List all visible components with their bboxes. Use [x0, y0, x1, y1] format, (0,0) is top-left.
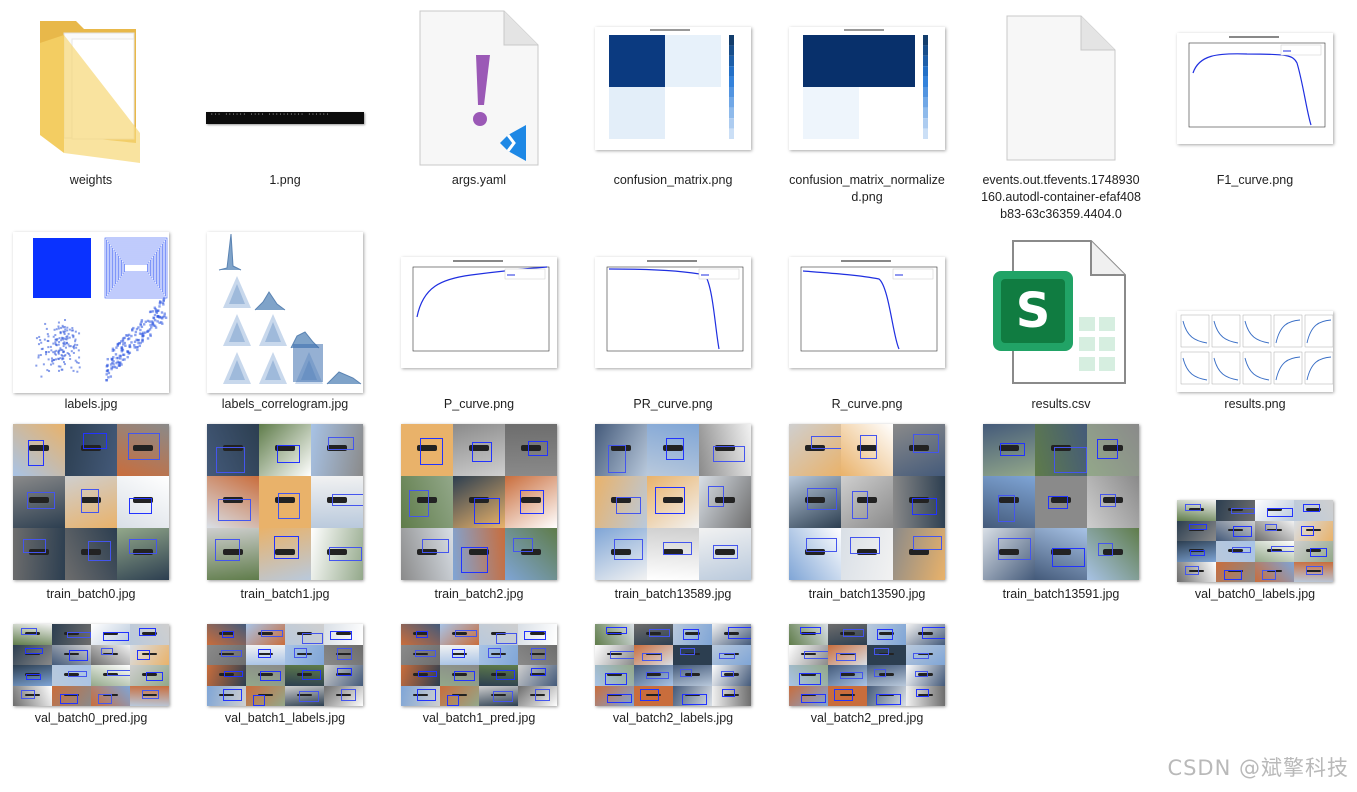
file-item-val-batch1-pred-jpg[interactable]: val_batch1_pred.jpg	[394, 616, 564, 727]
file-item-train-batch13590-jpg[interactable]: train_batch13590.jpg	[782, 422, 952, 603]
file-thumbnail	[200, 231, 370, 393]
file-name-label: results.csv	[1031, 397, 1091, 411]
file-thumbnail	[588, 232, 758, 392]
file-item-val-batch0-labels-jpg[interactable]: val_batch0_labels.jpg	[1170, 422, 1340, 603]
file-item-events-out-tfevents-1748930160-autodl-container-efaf408b83-63c36359-4404-0[interactable]: events.out.tfevents.1748930160.autodl-co…	[976, 8, 1146, 223]
file-item-val-batch0-pred-jpg[interactable]: val_batch0_pred.jpg	[6, 616, 176, 727]
csdn-watermark: CSDN @斌擎科技	[1167, 756, 1349, 780]
terminal-preview-text: ··· ······ ···· ·········· ······	[210, 112, 330, 118]
file-item-val-batch2-pred-jpg[interactable]: val_batch2_pred.jpg	[782, 616, 952, 727]
file-name-label: val_batch2_labels.jpg	[612, 711, 734, 725]
file-item-confusion-matrix-normalized-png[interactable]: confusion_matrix_normalized.png	[782, 8, 952, 206]
blank-file-icon	[976, 8, 1146, 168]
file-name-label: labels.jpg	[64, 397, 118, 411]
file-name-label: train_batch13591.jpg	[1002, 587, 1120, 601]
file-thumbnail	[200, 616, 370, 706]
file-thumbnail	[588, 422, 758, 582]
file-item-train-batch13591-jpg[interactable]: train_batch13591.jpg	[976, 422, 1146, 603]
file-name-label: val_batch1_pred.jpg	[422, 711, 536, 725]
file-name-label: train_batch13590.jpg	[808, 587, 926, 601]
file-thumbnail	[394, 232, 564, 392]
file-name-label: labels_correlogram.jpg	[221, 397, 349, 411]
file-thumbnail	[6, 231, 176, 393]
file-name-label: train_batch1.jpg	[240, 587, 330, 601]
file-item-val-batch1-labels-jpg[interactable]: val_batch1_labels.jpg	[200, 616, 370, 727]
file-name-label: val_batch2_pred.jpg	[810, 711, 924, 725]
file-grid: weights ··· ······ ···· ·········· ······…	[0, 0, 1357, 792]
file-item-confusion-matrix-png[interactable]: confusion_matrix.png	[588, 8, 758, 189]
file-name-label: results.png	[1224, 397, 1286, 411]
file-name-label: F1_curve.png	[1216, 173, 1294, 187]
file-thumbnail	[976, 422, 1146, 582]
file-thumbnail: ··· ······ ···· ·········· ······	[200, 8, 370, 168]
file-thumbnail	[394, 422, 564, 582]
file-name-label: val_batch0_labels.jpg	[1194, 587, 1316, 601]
file-thumbnail	[782, 422, 952, 582]
file-item-args-yaml[interactable]: args.yaml	[394, 8, 564, 189]
file-name-label: 1.png	[269, 173, 301, 187]
file-name-label: P_curve.png	[443, 397, 515, 411]
file-item-pr-curve-png[interactable]: PR_curve.png	[588, 232, 758, 413]
file-item-r-curve-png[interactable]: R_curve.png	[782, 232, 952, 413]
file-thumbnail	[782, 232, 952, 392]
file-thumbnail	[200, 422, 370, 582]
file-item-weights[interactable]: weights	[6, 8, 176, 189]
file-name-label: confusion_matrix.png	[613, 173, 733, 187]
file-name-label: train_batch2.jpg	[434, 587, 524, 601]
file-thumbnail	[6, 422, 176, 582]
folder-icon	[6, 8, 176, 168]
file-name-label: train_batch13589.jpg	[614, 587, 732, 601]
vscode-yaml-icon	[394, 8, 564, 168]
file-thumbnail	[1170, 422, 1340, 582]
file-item-val-batch2-labels-jpg[interactable]: val_batch2_labels.jpg	[588, 616, 758, 727]
file-item-labels-jpg[interactable]: labels.jpg	[6, 231, 176, 413]
file-name-label: events.out.tfevents.1748930160.autodl-co…	[981, 173, 1141, 221]
file-thumbnail	[782, 8, 952, 168]
file-item-train-batch1-jpg[interactable]: train_batch1.jpg	[200, 422, 370, 603]
file-item-1-png[interactable]: ··· ······ ···· ·········· ······ 1.png	[200, 8, 370, 189]
file-item-results-png[interactable]: results.png	[1170, 232, 1340, 413]
file-item-f1-curve-png[interactable]: F1_curve.png	[1170, 8, 1340, 189]
file-name-label: confusion_matrix_normalized.png	[789, 173, 945, 204]
file-item-train-batch0-jpg[interactable]: train_batch0.jpg	[6, 422, 176, 603]
excel-csv-icon: S	[976, 232, 1146, 392]
svg-text:S: S	[1016, 283, 1051, 339]
file-item-train-batch13589-jpg[interactable]: train_batch13589.jpg	[588, 422, 758, 603]
file-name-label: R_curve.png	[831, 397, 903, 411]
file-name-label: PR_curve.png	[633, 397, 713, 411]
file-item-results-csv[interactable]: Sresults.csv	[976, 232, 1146, 413]
file-thumbnail	[1170, 8, 1340, 168]
file-name-label: val_batch1_labels.jpg	[224, 711, 346, 725]
file-thumbnail	[782, 616, 952, 706]
file-item-train-batch2-jpg[interactable]: train_batch2.jpg	[394, 422, 564, 603]
file-name-label: args.yaml	[451, 173, 507, 187]
file-thumbnail	[6, 616, 176, 706]
file-item-labels-correlogram-jpg[interactable]: labels_correlogram.jpg	[200, 231, 370, 413]
file-thumbnail	[588, 616, 758, 706]
file-thumbnail	[394, 616, 564, 706]
file-item-p-curve-png[interactable]: P_curve.png	[394, 232, 564, 413]
file-name-label: weights	[69, 173, 113, 187]
file-thumbnail	[1170, 232, 1340, 392]
file-name-label: val_batch0_pred.jpg	[34, 711, 148, 725]
file-name-label: train_batch0.jpg	[46, 587, 136, 601]
file-thumbnail	[588, 8, 758, 168]
